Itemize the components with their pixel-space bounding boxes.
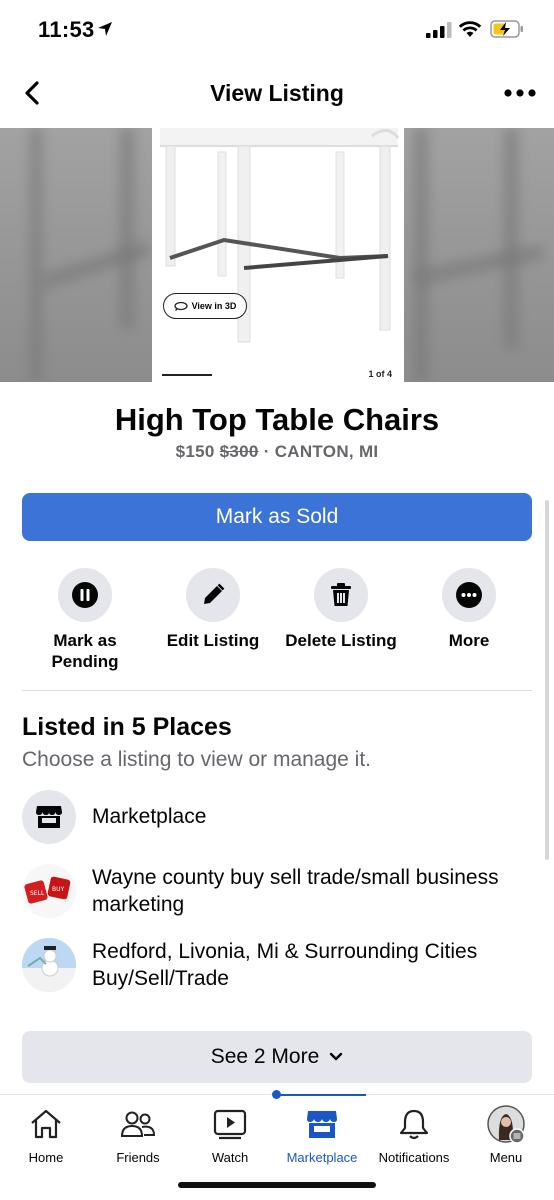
view-in-3d-label: View in 3D (191, 301, 237, 311)
separator: · (263, 442, 270, 461)
trash-icon[interactable] (314, 568, 368, 622)
active-tab-dot (272, 1090, 281, 1099)
pause-icon[interactable] (58, 568, 112, 622)
mark-as-pending-action[interactable]: Mark as Pending (20, 568, 150, 672)
original-price: $300 (219, 442, 259, 461)
active-tab-indicator (276, 1094, 366, 1096)
watch-icon (210, 1104, 250, 1144)
more-options-button[interactable] (500, 78, 540, 108)
marketplace-icon (302, 1104, 342, 1144)
profile-avatar (486, 1104, 526, 1144)
photo-counter: 1 of 4 (368, 369, 392, 379)
rotate-3d-icon (173, 301, 188, 311)
bell-icon (394, 1104, 434, 1144)
mark-as-pending-label: Mark as Pending (51, 631, 119, 671)
photo-gallery[interactable]: View in 3D 1 of 4 (0, 128, 554, 382)
view-in-3d-button[interactable]: View in 3D (163, 293, 247, 319)
price-location-row: $150 $300 · CANTON, MI (0, 442, 554, 462)
chevron-down-icon (330, 1052, 343, 1061)
photo-progress-bar (162, 374, 212, 376)
tab-label: Menu (489, 1150, 523, 1165)
wifi-icon (458, 21, 482, 37)
place-name: Marketplace (92, 805, 207, 828)
place-name: Redford, Livonia, Mi & Surrounding Citie… (92, 940, 478, 990)
mark-as-sold-button[interactable]: Mark as Sold (22, 493, 532, 541)
place-name: Wayne county buy sell trade/small busine… (92, 866, 499, 916)
storefront-icon (22, 790, 76, 844)
battery-charging-icon (490, 20, 523, 38)
listing-location: CANTON, MI (274, 442, 379, 461)
tab-label: Notifications (378, 1150, 450, 1165)
more-action[interactable]: More (404, 568, 534, 651)
edit-listing-label: Edit Listing (166, 631, 260, 650)
see-more-button[interactable]: See 2 More (22, 1031, 532, 1083)
home-indicator (178, 1182, 376, 1188)
location-arrow-icon (98, 22, 112, 36)
friends-icon (118, 1104, 158, 1144)
tab-notifications[interactable]: Notifications (368, 1104, 460, 1165)
page-title: View Listing (210, 80, 344, 106)
pencil-icon[interactable] (186, 568, 240, 622)
listing-photo[interactable]: View in 3D 1 of 4 (152, 128, 404, 382)
tab-friends[interactable]: Friends (92, 1104, 184, 1165)
next-photo-blurred (404, 128, 554, 382)
places-heading: Listed in 5 Places (22, 713, 232, 741)
listing-price: $150 (175, 442, 215, 461)
svg-text:SELL: SELL (30, 890, 45, 897)
places-subtitle: Choose a listing to view or manage it. (22, 748, 372, 771)
group-avatar (22, 938, 76, 992)
mark-as-sold-label: Mark as Sold (215, 505, 339, 528)
more-label: More (448, 631, 490, 650)
place-item-marketplace[interactable]: Marketplace (22, 790, 542, 844)
status-time: 11:53 (38, 17, 95, 42)
tab-label: Marketplace (286, 1150, 358, 1165)
tab-label: Friends (116, 1150, 160, 1165)
edit-listing-action[interactable]: Edit Listing (148, 568, 278, 651)
more-dots-icon[interactable] (442, 568, 496, 622)
tab-marketplace[interactable]: Marketplace (276, 1104, 368, 1165)
delete-listing-label: Delete Listing (285, 631, 397, 650)
home-icon (26, 1104, 66, 1144)
see-more-label: See 2 More (210, 1045, 320, 1068)
divider (22, 690, 532, 691)
place-item-redford-livonia[interactable]: Redford, Livonia, Mi & Surrounding Citie… (22, 938, 542, 998)
place-item-wayne-county[interactable]: SELL BUY Wayne county buy sell trade/sma… (22, 864, 542, 924)
tab-home[interactable]: Home (0, 1104, 92, 1165)
previous-photo-blurred (0, 128, 152, 382)
tab-label: Home (28, 1150, 64, 1165)
tab-watch[interactable]: Watch (184, 1104, 276, 1165)
svg-text:BUY: BUY (52, 886, 65, 893)
table-image (160, 128, 400, 343)
signal-icon (426, 22, 452, 38)
scrollbar[interactable] (545, 500, 549, 860)
top-bar: View Listing (0, 66, 554, 122)
status-bar: 11:53 (0, 0, 554, 60)
listing-title: High Top Table Chairs (114, 402, 440, 437)
tab-menu[interactable]: Menu (460, 1104, 552, 1165)
tab-label: Watch (211, 1150, 249, 1165)
group-avatar: SELL BUY (22, 864, 76, 918)
delete-listing-action[interactable]: Delete Listing (276, 568, 406, 651)
